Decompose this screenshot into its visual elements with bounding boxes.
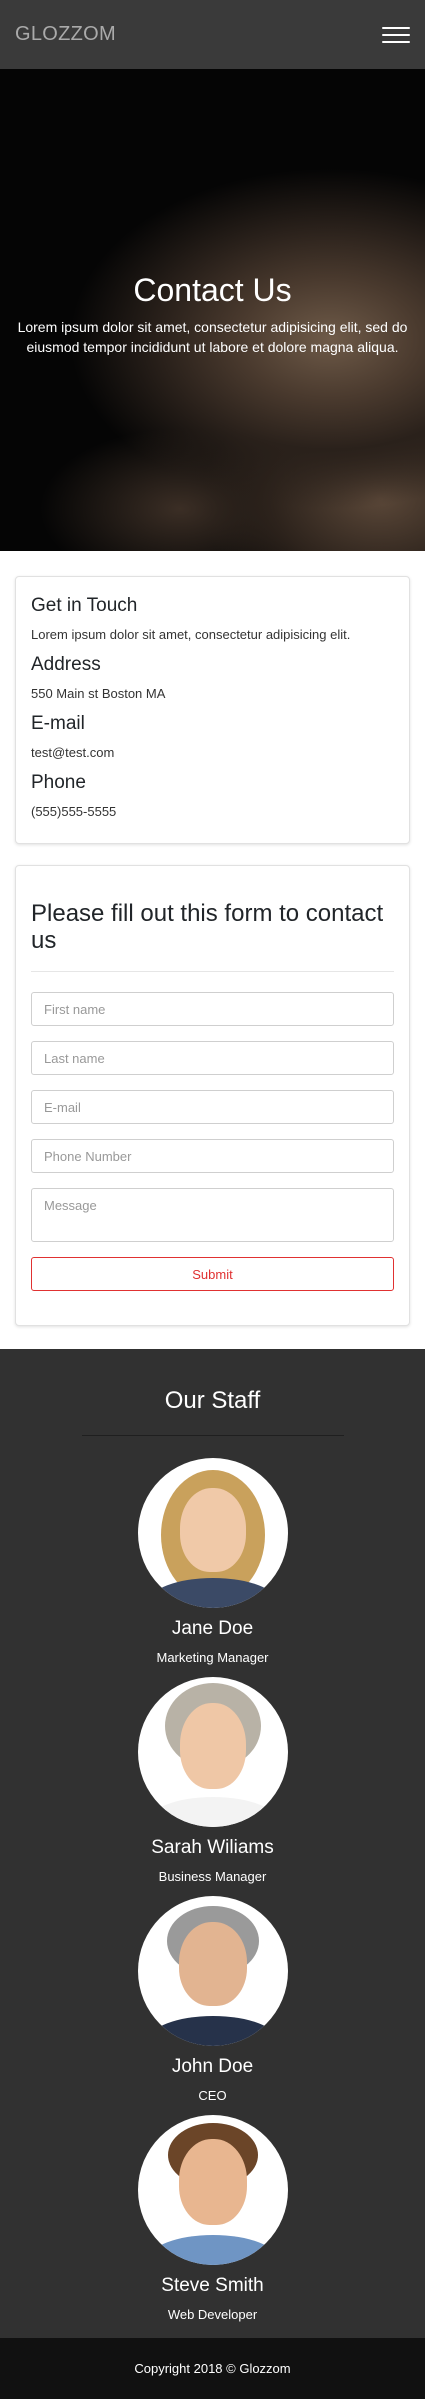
email-heading: E-mail [31, 713, 85, 734]
member-role: CEO [198, 2088, 227, 2103]
member-name: John Doe [171, 2056, 254, 2077]
avatar-face [178, 2139, 247, 2225]
navbar: GLOZZOM [0, 0, 425, 69]
staff-member: John Doe CEO [0, 1896, 425, 2115]
divider [31, 971, 394, 972]
menu-bar [382, 40, 410, 43]
form-heading: Please fill out this form to contact us [31, 900, 384, 954]
hero-section: Contact Us Lorem ipsum dolor sit amet, c… [0, 69, 425, 551]
phone-heading: Phone [31, 772, 86, 793]
last-name-input[interactable]: Last name [31, 1041, 394, 1075]
avatar-body [147, 2016, 278, 2046]
avatar-body [147, 1797, 278, 1827]
get-in-touch-text: Lorem ipsum dolor sit amet, consectetur … [31, 627, 351, 642]
contact-form-card: Please fill out this form to contact us … [15, 865, 410, 1326]
avatar-body [147, 1578, 278, 1608]
brand-logo[interactable]: GLOZZOM [15, 23, 116, 46]
member-name: Sarah Wiliams [151, 1837, 274, 1858]
member-name: Jane Doe [171, 1618, 254, 1639]
avatar-face [179, 1703, 246, 1789]
get-in-touch-heading: Get in Touch [31, 595, 138, 616]
avatar-body [147, 2235, 278, 2265]
avatar [137, 1896, 288, 2046]
submit-button[interactable]: Submit [31, 1257, 394, 1291]
divider [81, 1435, 344, 1436]
menu-bar [382, 33, 410, 36]
contact-info-card: Get in Touch Lorem ipsum dolor sit amet,… [15, 576, 410, 844]
hamburger-menu-icon[interactable] [382, 24, 410, 46]
member-role: Web Developer [167, 2307, 258, 2322]
staff-heading: Our Staff [164, 1387, 261, 1414]
email-value: test@test.com [31, 745, 115, 760]
avatar [137, 2115, 288, 2265]
address-heading: Address [31, 654, 101, 675]
hero-text: Lorem ipsum dolor sit amet, consectetur … [17, 319, 408, 355]
email-input[interactable]: E-mail [31, 1090, 394, 1124]
copyright-text: Copyright 2018 © Glozzom [134, 2361, 291, 2376]
hero-content: Contact Us Lorem ipsum dolor sit amet, c… [0, 272, 425, 357]
staff-section: Our Staff Jane Doe Marketing Manager Sar… [0, 1349, 425, 2338]
avatar-face [179, 1488, 246, 1572]
menu-bar [382, 26, 410, 29]
hero-title: Contact Us [133, 272, 292, 308]
first-name-input[interactable]: First name [31, 992, 394, 1026]
footer: Copyright 2018 © Glozzom [0, 2338, 425, 2399]
staff-member: Jane Doe Marketing Manager [0, 1458, 425, 1677]
address-value: 550 Main st Boston MA [31, 686, 166, 701]
message-textarea[interactable]: Message [31, 1188, 394, 1242]
avatar [137, 1458, 288, 1608]
avatar [137, 1677, 288, 1827]
member-role: Business Manager [158, 1869, 267, 1884]
phone-input[interactable]: Phone Number [31, 1139, 394, 1173]
staff-member: Sarah Wiliams Business Manager [0, 1677, 425, 1896]
phone-value: (555)555-5555 [31, 804, 117, 819]
member-role: Marketing Manager [156, 1650, 269, 1665]
staff-member: Steve Smith Web Developer [0, 2115, 425, 2334]
member-name: Steve Smith [161, 2275, 264, 2296]
avatar-face [178, 1922, 247, 2006]
